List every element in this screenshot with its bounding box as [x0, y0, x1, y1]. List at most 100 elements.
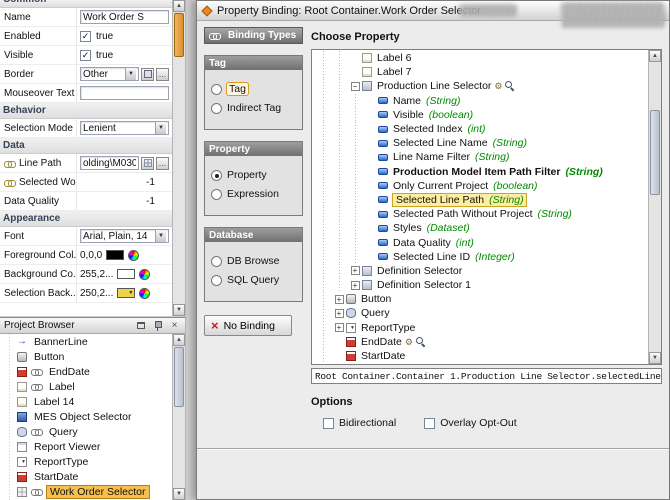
expander-plus-icon[interactable]: +	[334, 294, 344, 304]
tree-node-definition-selector[interactable]: + Definition Selector	[312, 263, 648, 278]
scroll-down-icon[interactable]: ▼	[649, 352, 661, 364]
project-item-enddate[interactable]: EndDate	[0, 364, 172, 379]
tree-node-selected-index[interactable]: Selected Index (int)	[312, 121, 648, 137]
grid-button[interactable]	[141, 156, 154, 170]
expander-plus-icon[interactable]: +	[334, 308, 344, 318]
color-wheel-icon[interactable]	[139, 268, 151, 280]
scroll-up-icon[interactable]: ▲	[173, 334, 185, 346]
tree-node-selected-line-id[interactable]: Selected Line ID (Integer)	[312, 249, 648, 264]
property-value	[76, 84, 172, 102]
property-value: olding\M030 …	[76, 154, 172, 172]
scrollbar-thumb[interactable]	[650, 110, 660, 195]
no-binding-button[interactable]: No Binding	[204, 315, 292, 336]
tree-node-enddate[interactable]: EndDate ⚙	[312, 334, 648, 349]
project-item-label[interactable]: Label	[0, 379, 172, 394]
dropdown[interactable]: Lenient ▼	[80, 121, 169, 135]
radio-icon[interactable]	[211, 169, 222, 181]
dropdown[interactable]: Other ▼	[80, 67, 139, 81]
tree-node-production-model-item-path-filter[interactable]: Production Model Item Path Filter (String…	[312, 164, 648, 179]
radio-icon[interactable]	[211, 274, 222, 286]
project-item-work-order-selector[interactable]: Work Order Selector	[0, 484, 172, 499]
scroll-up-icon[interactable]: ▲	[173, 0, 185, 12]
tree-node-button[interactable]: + Button	[312, 292, 648, 307]
text-field[interactable]: Work Order S	[80, 10, 169, 24]
project-item-bannerline[interactable]: → BannerLine	[0, 334, 172, 349]
dropdown-arrow-icon: ▼	[155, 230, 166, 242]
checkbox[interactable]: ✓	[80, 30, 91, 42]
selected-path-field[interactable]: Root Container.Container 1.Production Li…	[311, 368, 662, 384]
project-item-report-viewer[interactable]: Report Viewer	[0, 439, 172, 454]
button-icon	[346, 294, 356, 305]
tree-node-styles[interactable]: Styles (Dataset)	[312, 221, 648, 236]
scrollbar-thumb[interactable]	[174, 13, 184, 57]
tree-node-label-6[interactable]: Label 6	[312, 51, 648, 66]
tree-node-definition-selector-1[interactable]: + Definition Selector 1	[312, 278, 648, 293]
text-field[interactable]: olding\M030	[80, 156, 139, 170]
tree-node-selected-path-without-project[interactable]: Selected Path Without Project (String)	[312, 207, 648, 222]
expander-minus-icon[interactable]: −	[350, 81, 360, 91]
radio-option-tag[interactable]: Tag	[211, 82, 296, 96]
tree-scrollbar[interactable]: ▲ ▼	[648, 50, 661, 364]
tree-node-selected-line-name[interactable]: Selected Line Name (String)	[312, 136, 648, 151]
square-button[interactable]	[141, 67, 154, 81]
property-scrollbar[interactable]: ▲ ▼	[172, 0, 185, 316]
dots-button[interactable]: …	[156, 156, 169, 170]
radio-option-db-browse[interactable]: DB Browse	[211, 255, 296, 267]
project-item-button[interactable]: Button	[0, 349, 172, 364]
choose-property-heading: Choose Property	[311, 31, 400, 43]
radio-option-sql-query[interactable]: SQL Query	[211, 274, 296, 286]
color-wheel-icon[interactable]	[128, 249, 140, 261]
tree-node-production-line-selector[interactable]: − Production Line Selector ⚙	[312, 79, 648, 94]
option-bidirectional[interactable]: Bidirectional	[323, 417, 396, 429]
checkbox-icon[interactable]	[323, 417, 334, 429]
dropdown[interactable]: Arial, Plain, 14 ▼	[80, 229, 169, 243]
tree-node-reporttype[interactable]: +ReportType	[312, 320, 648, 335]
dropdown-arrow-icon: ▼	[155, 122, 166, 134]
radio-icon[interactable]	[211, 188, 222, 200]
scroll-up-icon[interactable]: ▲	[649, 50, 661, 62]
color-wheel-icon[interactable]	[139, 287, 151, 299]
color-swatch[interactable]: ▼	[117, 288, 136, 298]
tree-node-query[interactable]: + Query	[312, 306, 648, 321]
text-field[interactable]	[80, 86, 169, 100]
radio-option-property[interactable]: Property	[211, 169, 296, 181]
checkbox[interactable]: ✓	[80, 49, 91, 61]
float-button[interactable]	[134, 319, 147, 332]
radio-icon[interactable]	[211, 102, 222, 114]
dots-button[interactable]: …	[156, 67, 169, 81]
dialog-main: Choose Property Label 6 Label 7− Productio…	[311, 31, 662, 429]
tree-node-startdate[interactable]: StartDate	[312, 348, 648, 364]
scrollbar-thumb[interactable]	[174, 347, 184, 407]
checkbox-icon[interactable]	[424, 417, 436, 429]
float-icon	[136, 322, 145, 329]
color-swatch[interactable]	[106, 250, 125, 260]
pin-button[interactable]	[151, 319, 164, 332]
project-scrollbar[interactable]: ▲ ▼	[172, 334, 185, 500]
tree-node-label-7[interactable]: Label 7	[312, 65, 648, 80]
tree-node-only-current-project[interactable]: Only Current Project (boolean)	[312, 178, 648, 193]
color-swatch[interactable]	[117, 269, 136, 279]
radio-option-indirect-tag[interactable]: Indirect Tag	[211, 102, 296, 114]
project-item-mes-object-selector[interactable]: MES Object Selector	[0, 409, 172, 424]
expander-plus-icon[interactable]: +	[350, 280, 360, 290]
property-row-selected-work: Selected Work...-1	[0, 173, 172, 192]
tree-node-selected-line-path[interactable]: Selected Line Path (String)	[312, 192, 648, 208]
project-item-query[interactable]: Query	[0, 424, 172, 439]
close-button[interactable]: ×	[168, 319, 181, 332]
scroll-down-icon[interactable]: ▼	[173, 488, 185, 500]
radio-icon[interactable]	[211, 83, 222, 95]
tree-node-data-quality[interactable]: Data Quality (int)	[312, 235, 648, 250]
radio-option-expression[interactable]: Expression	[211, 188, 296, 200]
scroll-down-icon[interactable]: ▼	[173, 304, 185, 316]
project-item-startdate[interactable]: StartDate	[0, 469, 172, 484]
option-overlay-opt-out[interactable]: Overlay Opt-Out	[424, 417, 517, 429]
expander-plus-icon[interactable]: +	[334, 323, 344, 333]
project-item-label-14[interactable]: Label 14	[0, 394, 172, 409]
project-item-reporttype[interactable]: ReportType	[0, 454, 172, 469]
button-icon	[17, 351, 27, 362]
radio-icon[interactable]	[211, 255, 222, 267]
expander-plus-icon[interactable]: +	[350, 266, 360, 276]
tree-node-name[interactable]: Name (String)	[312, 93, 648, 108]
tree-node-visible[interactable]: Visible (boolean)	[312, 107, 648, 122]
tree-node-line-name-filter[interactable]: Line Name Filter (String)	[312, 150, 648, 165]
